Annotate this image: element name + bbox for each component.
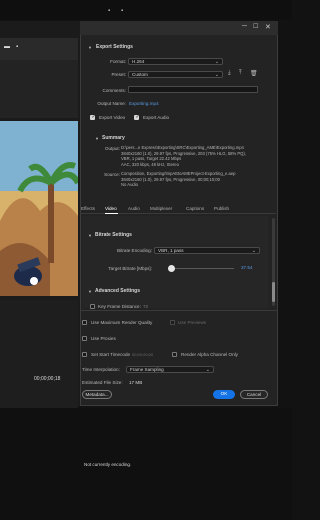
summary-output-line: AAC, 320 kbps, 48 kHz, Stereo <box>121 161 179 167</box>
cancel-button[interactable]: Cancel <box>240 390 268 399</box>
tab-publish[interactable]: Publish <box>214 206 229 211</box>
target-bitrate-value[interactable]: 37.54 <box>241 265 253 270</box>
tab-audio[interactable]: Audio <box>128 206 140 211</box>
output-name-link[interactable]: Exporting.mp4 <box>129 101 159 106</box>
slider-knob[interactable] <box>167 265 175 272</box>
collapse-triangle-icon[interactable]: ▼ <box>88 45 92 50</box>
export-audio-label: Export Audio <box>143 115 170 120</box>
bottom-divider <box>80 310 278 311</box>
summary-output-text: D:\pers...e Express\Exporting\SRC\Export… <box>121 145 275 167</box>
export-audio-checkbox[interactable] <box>134 114 140 120</box>
collapse-triangle-icon[interactable]: ▼ <box>88 233 92 238</box>
key-frame-distance-checkbox[interactable] <box>90 304 95 309</box>
settings-scrollbar[interactable] <box>272 218 275 306</box>
key-frame-distance-value[interactable]: 72 <box>143 304 148 309</box>
desktop-top-bar <box>0 0 292 20</box>
estimated-file-size-value: 17 MB <box>129 380 143 385</box>
composition-preview <box>0 121 78 296</box>
tab-captions[interactable]: Captions <box>186 206 204 211</box>
target-bitrate-slider[interactable] <box>167 265 234 272</box>
window-icon[interactable]: ▪ <box>108 8 110 14</box>
format-label: Format: <box>110 59 126 64</box>
key-frame-distance-label: Key Frame Distance: <box>98 304 141 309</box>
settings-scroll-area <box>82 216 268 308</box>
chevron-down-icon: ⌄ <box>214 72 219 78</box>
summary-source-label: Source: <box>104 172 120 177</box>
format-dropdown[interactable]: H.264 ⌄ <box>128 58 223 65</box>
summary-output-label: Output: <box>104 146 120 151</box>
dialog-titlebar: ─ ☐ ✕ <box>80 21 278 35</box>
set-start-timecode-checkbox[interactable] <box>82 352 87 357</box>
left-panel-strip <box>0 60 78 118</box>
tab-effects[interactable]: Effects <box>81 206 95 211</box>
ok-button[interactable]: OK <box>213 390 235 399</box>
preset-value: Custom <box>132 72 148 77</box>
start-timecode-value[interactable]: 00;00;00;00 <box>132 352 153 357</box>
export-settings-header: Export Settings <box>96 44 133 50</box>
bitrate-encoding-dropdown[interactable]: VBR, 1 pass ⌄ <box>154 247 260 254</box>
scrollbar-thumb[interactable] <box>272 282 275 302</box>
panel-icon[interactable]: ▬ <box>4 44 10 50</box>
format-value: H.264 <box>132 59 145 64</box>
use-proxies-label: Use Proxies <box>91 336 116 341</box>
timecode-display: 00;00;00;18 <box>34 376 61 382</box>
preview-illustration <box>0 121 78 296</box>
window-icon[interactable]: ▪ <box>121 8 123 14</box>
max-render-quality-checkbox[interactable] <box>82 320 87 325</box>
render-alpha-checkbox[interactable] <box>172 352 177 357</box>
use-proxies-checkbox[interactable] <box>82 336 87 341</box>
preset-label: Preset: <box>111 72 126 77</box>
close-icon[interactable]: ✕ <box>265 23 271 31</box>
chevron-down-icon: ⌄ <box>251 248 256 254</box>
tab-video[interactable]: Video <box>105 206 117 211</box>
export-video-checkbox[interactable] <box>90 114 96 120</box>
collapse-triangle-icon[interactable]: ▼ <box>95 136 99 141</box>
use-previews-checkbox[interactable] <box>170 320 175 325</box>
import-preset-icon[interactable]: ⤒ <box>239 70 242 77</box>
max-render-quality-label: Use Maximum Render Quality <box>91 320 153 325</box>
metadata-button[interactable]: Metadata... <box>82 390 112 399</box>
minimize-icon[interactable]: ─ <box>242 23 247 30</box>
bitrate-settings-header: Bitrate Settings <box>95 232 132 238</box>
panel-icon[interactable]: ▪ <box>16 44 18 50</box>
queue-area <box>0 408 292 520</box>
comments-input[interactable] <box>128 86 258 93</box>
time-interpolation-value: Frame Sampling <box>130 367 164 372</box>
slider-track <box>168 268 234 269</box>
encoding-status: Not currently encoding. <box>84 462 132 467</box>
time-interpolation-label: Time Interpolation: <box>82 367 120 372</box>
summary-source-line: No Audio <box>121 182 138 188</box>
maximize-icon[interactable]: ☐ <box>253 23 258 30</box>
time-interpolation-dropdown[interactable]: Frame Sampling ⌄ <box>126 366 214 373</box>
summary-header: Summary <box>102 135 125 141</box>
active-tab-indicator <box>105 213 118 214</box>
estimated-file-size-label: Estimated File Size: <box>82 380 123 385</box>
collapse-triangle-icon[interactable]: ▼ <box>88 289 92 294</box>
output-name-label: Output Name: <box>97 101 126 106</box>
settings-tabs: Effects Video Audio Multiplexer Captions… <box>80 204 276 214</box>
bitrate-encoding-value: VBR, 1 pass <box>158 248 184 253</box>
delete-preset-icon[interactable]: 🗑 <box>250 70 258 77</box>
bitrate-encoding-label: Bitrate Encoding: <box>117 248 152 253</box>
tab-multiplexer[interactable]: Multiplexer <box>150 206 172 211</box>
preset-dropdown[interactable]: Custom ⌄ <box>128 71 223 78</box>
summary-source-text: Composition, Exporting/tmpAEtoAMEProject… <box>121 171 275 188</box>
set-start-timecode-label: Set Start Timecode <box>91 352 131 357</box>
render-alpha-label: Render Alpha Channel Only <box>181 352 238 357</box>
save-preset-icon[interactable]: ⤓ <box>228 70 231 77</box>
chevron-down-icon: ⌄ <box>214 59 219 65</box>
left-panel-header: ▬ ▪ <box>0 38 78 60</box>
comments-label: Comments: <box>102 88 127 93</box>
advanced-settings-header: Advanced Settings <box>95 288 141 294</box>
timeline-panel: 00;00;00;18 <box>0 300 78 408</box>
export-video-label: Export Video <box>99 115 126 120</box>
chevron-down-icon: ⌄ <box>205 367 210 373</box>
target-bitrate-label: Target Bitrate [Mbps]: <box>108 266 152 271</box>
use-previews-label: Use Previews <box>178 320 207 325</box>
